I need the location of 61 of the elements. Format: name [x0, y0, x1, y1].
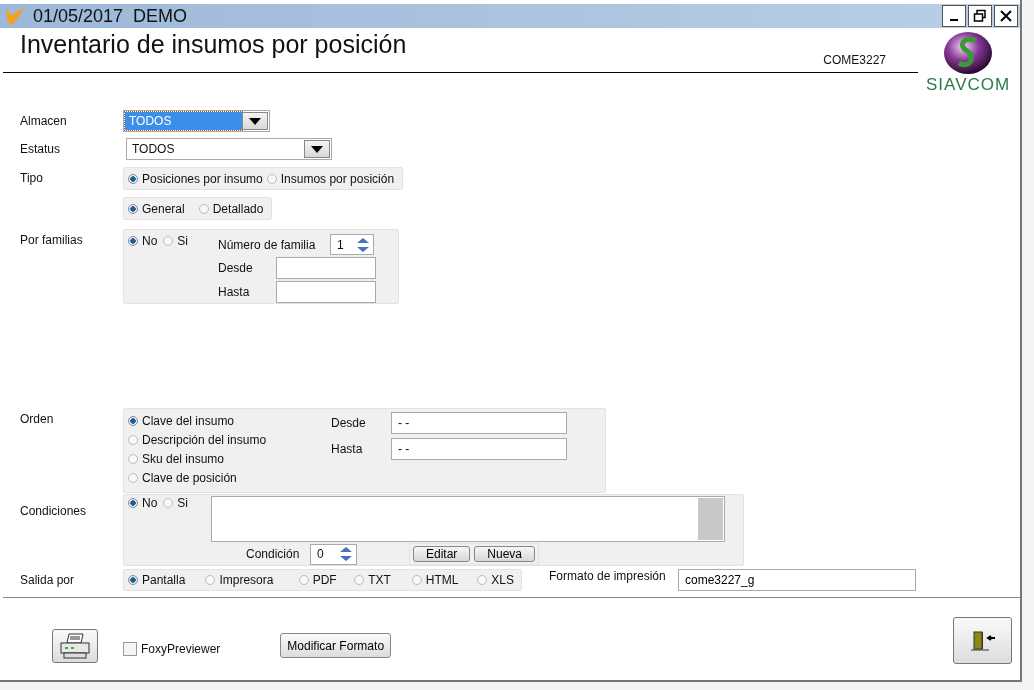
window-title: 01/05/2017 DEMO — [33, 5, 188, 27]
field-label: Tipo — [20, 170, 44, 185]
scrollbar[interactable] — [698, 498, 723, 540]
field-label: Estatus — [20, 141, 62, 156]
desde-field[interactable] — [276, 257, 376, 279]
estatus-dropdown[interactable]: TODOS — [126, 138, 332, 160]
field-label: Número de familia — [218, 237, 317, 252]
printer-icon — [59, 633, 91, 659]
field-label: Almacen — [20, 113, 68, 128]
number-spinner[interactable]: 0 — [310, 543, 357, 565]
radio-option[interactable]: Insumos por posición — [266, 171, 395, 186]
field-label: Hasta — [218, 285, 251, 299]
logo-text: SIAVCOM — [926, 75, 1011, 95]
radio-option[interactable]: PDF — [298, 573, 355, 587]
condition-button[interactable]: Editar — [413, 546, 471, 562]
number-spinner[interactable]: 1 — [330, 234, 374, 255]
form-title: Inventario de insumos por posición — [20, 30, 407, 59]
minimize-button[interactable] — [942, 5, 966, 27]
format-field[interactable]: come3227_g — [678, 569, 916, 591]
radio-option[interactable]: Clave de posición — [128, 468, 331, 487]
field-label: Hasta — [331, 442, 364, 456]
modify-format-button[interactable]: Modificar Formato — [280, 633, 392, 658]
radio-option[interactable]: XLS — [477, 573, 517, 587]
radio-option[interactable]: TXT — [354, 573, 412, 587]
field-label: Formato de impresión — [549, 569, 667, 583]
radio-option[interactable]: Sku del insumo — [128, 449, 331, 468]
app-icon — [4, 5, 26, 27]
field-label: Salida por — [20, 572, 76, 587]
radio-option[interactable]: Posiciones por insumo — [128, 171, 263, 186]
hasta-field[interactable]: - - — [391, 438, 567, 460]
print-button[interactable] — [52, 629, 98, 663]
radio-option[interactable]: HTML — [411, 573, 478, 587]
radio-option[interactable]: Descripción del insumo — [128, 430, 331, 449]
restore-icon — [973, 9, 987, 23]
close-icon — [999, 9, 1013, 23]
hasta-field[interactable] — [276, 281, 376, 303]
field-label: Desde — [218, 261, 254, 275]
field-label: Orden — [20, 411, 55, 426]
radio-option[interactable]: No — [128, 234, 158, 248]
radio-option[interactable]: No — [128, 496, 158, 510]
radio-option[interactable]: Detallado — [198, 201, 264, 216]
radio-option[interactable]: Si — [163, 496, 188, 510]
radio-option[interactable]: Pantalla — [128, 573, 206, 587]
logo-icon — [943, 31, 994, 75]
field-label: Condición — [246, 547, 301, 561]
foxypreviewer-checkbox[interactable]: FoxyPreviewer — [123, 642, 221, 656]
condition-button[interactable]: Nueva — [474, 546, 536, 562]
field-label: Condiciones — [20, 503, 88, 518]
minimize-icon — [950, 19, 958, 21]
radio-option[interactable]: Impresora — [205, 573, 299, 587]
field-label: Por familias — [20, 232, 84, 247]
close-button[interactable] — [994, 5, 1018, 27]
exit-button[interactable] — [953, 617, 1012, 664]
restore-button[interactable] — [968, 5, 992, 27]
desde-field[interactable]: - - — [391, 412, 567, 434]
exit-door-icon — [968, 628, 997, 653]
radio-option[interactable]: Clave del insumo — [128, 411, 331, 430]
field-label: Desde — [331, 416, 367, 430]
form-code: COME3227 — [823, 53, 886, 67]
radio-option[interactable]: Si — [163, 234, 188, 248]
radio-option[interactable]: General — [128, 201, 185, 216]
